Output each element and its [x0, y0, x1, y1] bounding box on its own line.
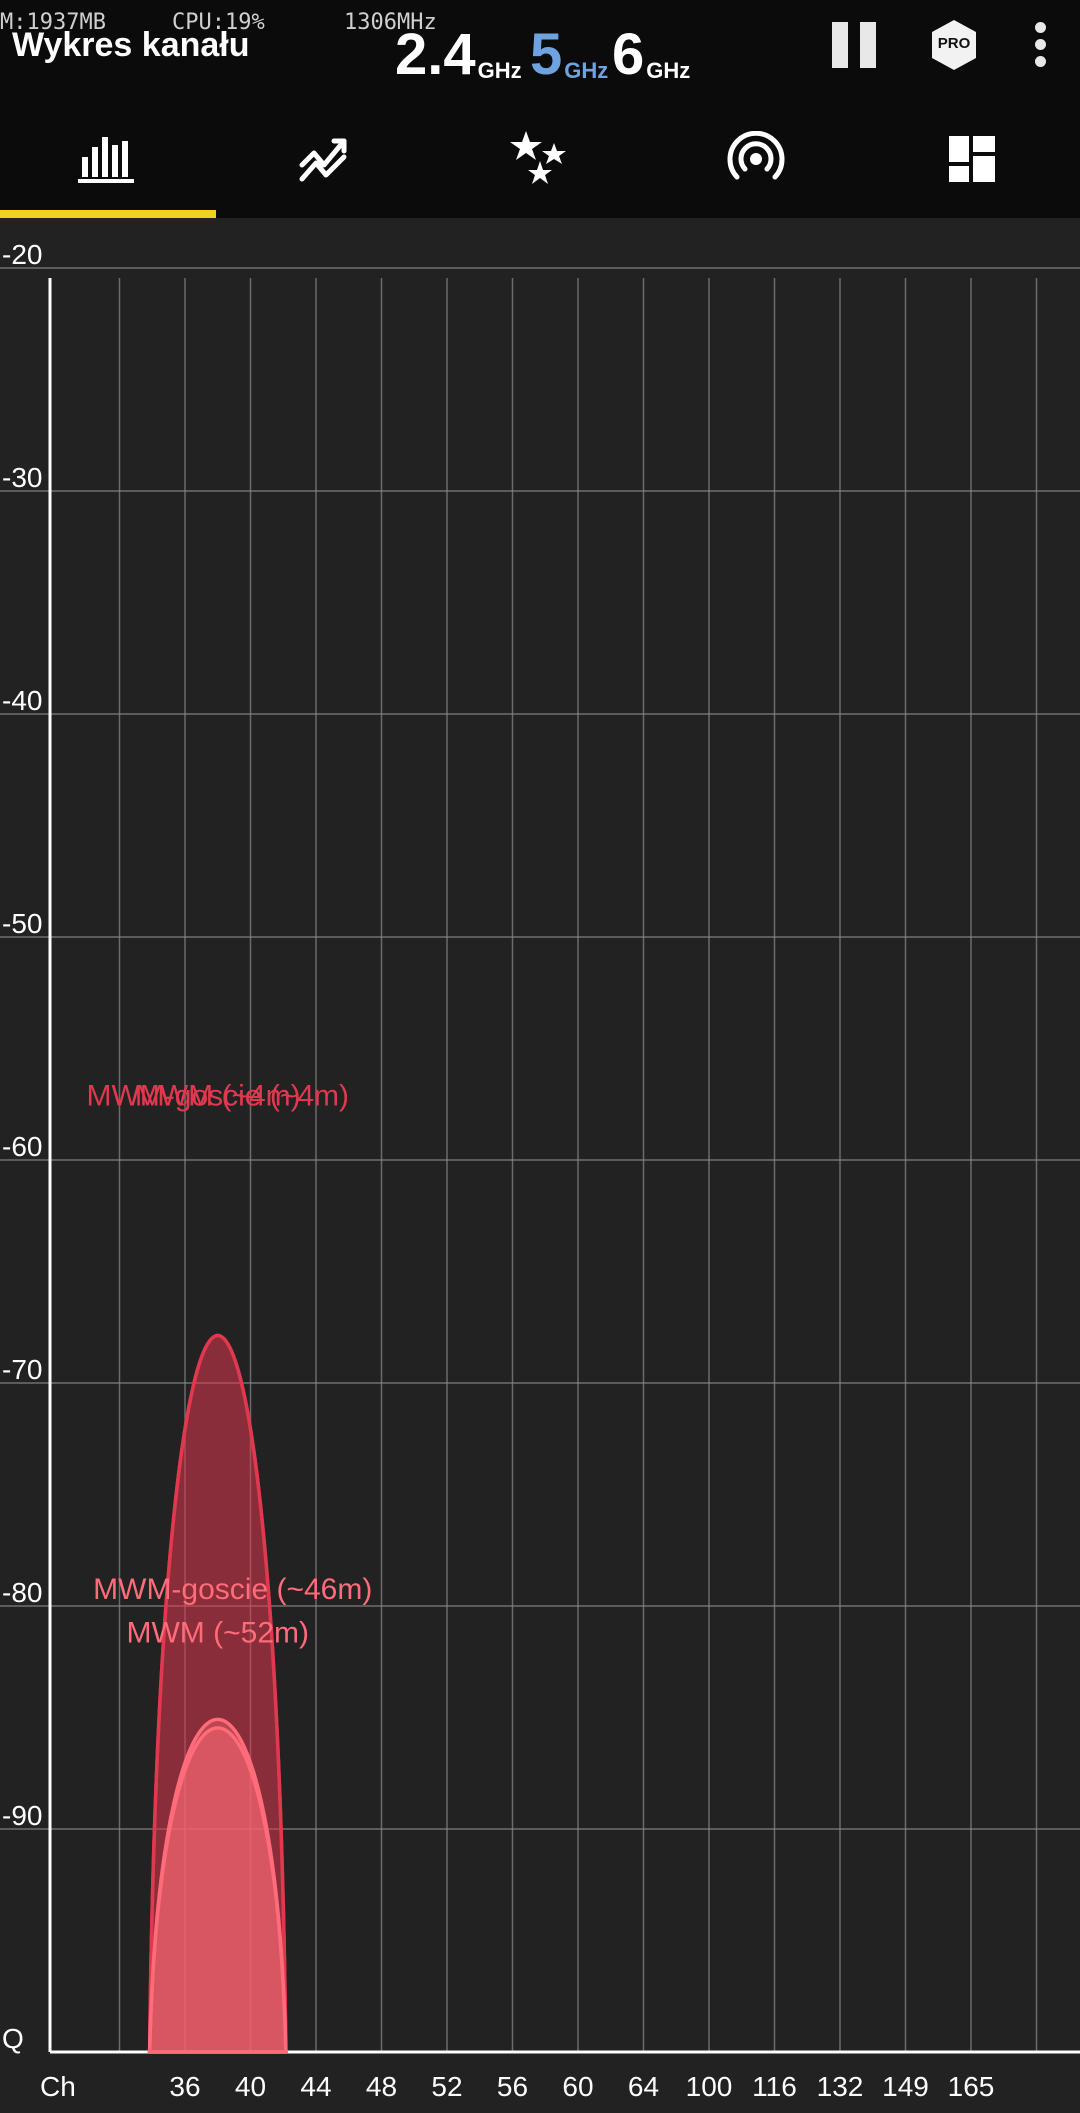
x-tick-label: 60 — [562, 2071, 593, 2102]
wifi-signal-icon — [727, 131, 785, 180]
y-tick-label: -60 — [2, 1131, 42, 1162]
y-tick-label: -90 — [2, 1800, 42, 1831]
x-tick-label: 48 — [366, 2071, 397, 2102]
active-tab-indicator — [0, 210, 216, 218]
x-axis-label: Ch — [40, 2071, 76, 2102]
bar-chart-icon — [78, 137, 134, 183]
more-options-button[interactable] — [1028, 20, 1054, 70]
y-tick-label: Q — [2, 2023, 24, 2054]
y-tick-label: -30 — [2, 462, 42, 493]
pro-label: PRO — [937, 35, 971, 52]
y-tick-label: -80 — [2, 1577, 42, 1608]
pause-button[interactable] — [830, 22, 878, 68]
y-tick-label: -70 — [2, 1354, 42, 1385]
stars-icon — [510, 131, 566, 184]
band-unit: GHz — [477, 58, 522, 83]
tab-bar — [0, 100, 1080, 218]
channel-chart-svg: -20 -30 -40 -50 -60 -70 -80 -90 Q Ch 36 40 44 48 52 56 6… — [0, 239, 1080, 2102]
tab-time-graph[interactable] — [216, 100, 432, 218]
band-6ghz-button[interactable]: 6GHz — [612, 24, 690, 86]
band-5ghz-button[interactable]: 5GHz — [530, 24, 608, 86]
page-title: Wykres kanału — [12, 26, 250, 64]
x-tick-label: 52 — [431, 2071, 462, 2102]
x-tick-label: 56 — [497, 2071, 528, 2102]
y-tick-label: -20 — [2, 239, 42, 270]
band-value: 6 — [612, 22, 645, 87]
band-value: 5 — [530, 22, 563, 87]
x-tick-label: 165 — [948, 2071, 995, 2102]
series-label: MWM-goscie (~4m) — [86, 1079, 349, 1112]
y-tick-label: -50 — [2, 908, 42, 939]
band-value: 2.4 — [395, 22, 476, 87]
app-bar: M:1937MB CPU:19% 1306MHz Wykres kanału 2.4… — [0, 0, 1080, 218]
channel-chart[interactable]: -20 -30 -40 -50 -60 -70 -80 -90 Q Ch 36 40 44 48 52 56 6… — [0, 218, 1080, 2108]
x-tick-label: 36 — [169, 2071, 200, 2102]
band-unit: GHz — [564, 58, 609, 83]
dashboard-icon — [949, 136, 995, 182]
x-tick-label: 64 — [628, 2071, 659, 2102]
series-label: MWM (~52m) — [127, 1616, 310, 1649]
x-tick-label: 132 — [817, 2071, 864, 2102]
x-tick-label: 40 — [235, 2071, 266, 2102]
tab-channel-rating[interactable] — [432, 100, 648, 218]
x-tick-label: 116 — [752, 2071, 797, 2102]
series-label: MWM-goscie (~46m) — [93, 1573, 372, 1606]
tab-channel-graph[interactable] — [0, 100, 216, 218]
band-unit: GHz — [646, 58, 691, 83]
x-tick-label: 44 — [300, 2071, 331, 2102]
trend-chart-icon — [299, 138, 347, 182]
band-2-4ghz-button[interactable]: 2.4GHz — [395, 24, 522, 86]
tab-dashboard[interactable] — [864, 100, 1080, 218]
x-tick-label: 149 — [882, 2071, 929, 2102]
tab-ap-list[interactable] — [648, 100, 864, 218]
pro-button[interactable]: PRO — [929, 18, 979, 72]
pause-icon — [830, 22, 878, 68]
y-tick-label: -40 — [2, 685, 42, 716]
x-tick-label: 100 — [686, 2071, 733, 2102]
